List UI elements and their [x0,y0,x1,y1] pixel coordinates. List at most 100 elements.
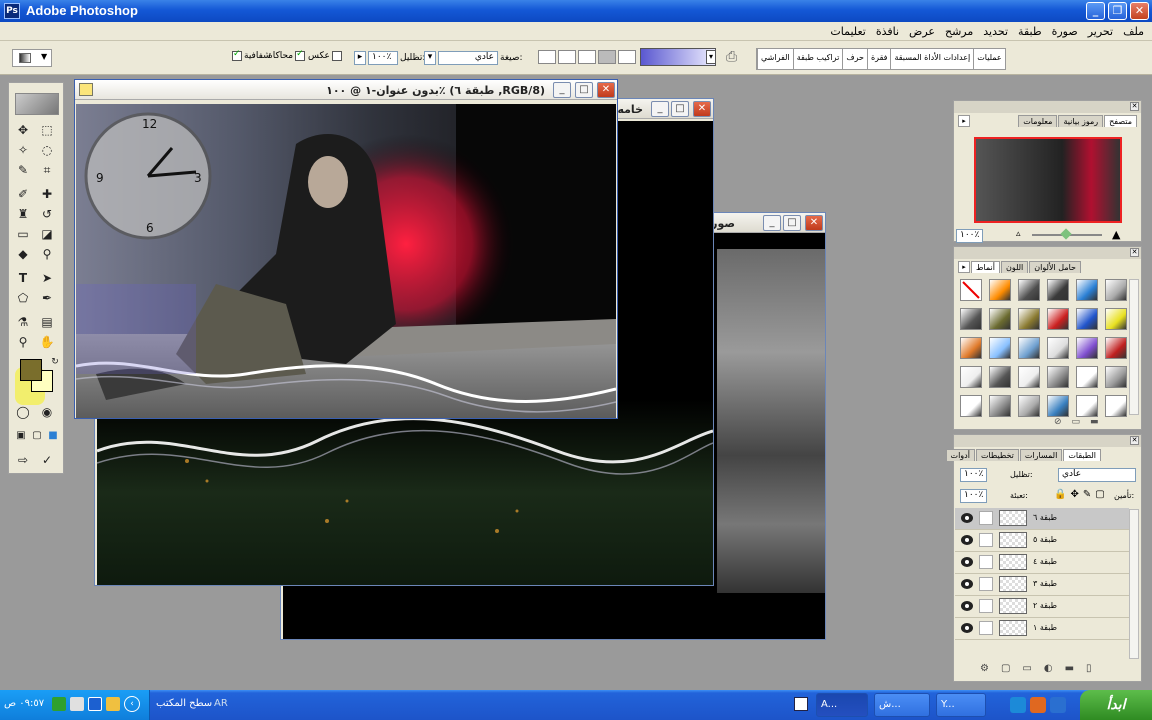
transparency-checkbox[interactable] [232,49,242,61]
layers-fill-field[interactable]: ١٠٠٪ [960,489,988,503]
link-toggle[interactable] [979,599,993,613]
layers-footer-icons[interactable]: ⚙▢▭◐▬▯ [980,663,1104,674]
doc-minimize-button[interactable]: _ [553,82,571,98]
path-selection-icon[interactable]: ➤ [37,269,57,287]
tab-paths[interactable]: المسارات [1019,449,1063,461]
document-canvas[interactable]: 12 3 6 9 [76,104,616,418]
style-swatch[interactable] [1105,366,1127,388]
history-brush-icon[interactable]: ↺ [37,205,57,223]
screen-mode-full-icon[interactable]: ■ [43,427,63,445]
palette-tab-paragraph[interactable]: فقرة [866,49,891,69]
palette-tab-layer-comps[interactable]: تراكيب طبقة [792,49,843,69]
doc-minimize-button[interactable]: _ [763,215,781,231]
document-window-untitled[interactable]: بدون عنوان-١ @ ١٠٠٪ (طبقة ٦ ,RGB/8) _ □ … [74,79,618,419]
tab-tools[interactable]: أدوات [945,449,975,461]
menu-layer[interactable]: طبقة [1018,25,1042,38]
link-toggle[interactable] [979,511,993,525]
zoom-out-icon[interactable]: ▵ [1016,229,1021,239]
eraser-tool-icon[interactable]: ◪ [37,225,57,243]
marquee-tool-icon[interactable]: ⬚ [37,121,57,139]
style-swatch[interactable] [1047,308,1069,330]
crop-tool-icon[interactable]: ⌗ [37,161,57,179]
doc-close-button[interactable]: ✕ [805,215,823,231]
tab-channels[interactable]: تخطيطات [975,449,1019,461]
language-indicator[interactable]: AR [214,698,228,709]
quick-mask-icon[interactable]: ◉ [37,403,57,421]
tab-layers[interactable]: الطبقات [1063,449,1101,461]
tab-info[interactable]: معلومات [1018,115,1058,127]
eyedropper-tool-icon[interactable]: ⚗ [13,313,33,331]
hand-tool-icon[interactable]: ✋ [37,333,57,351]
transparency-option[interactable]: شفافية [232,49,271,61]
eye-icon[interactable] [961,623,973,633]
reflected-gradient-button[interactable] [598,50,616,64]
styles-footer-icons[interactable]: ⊘▭▬ [1054,417,1109,427]
tray-icon-volume[interactable] [70,697,84,711]
style-swatch[interactable] [1047,279,1069,301]
eye-icon[interactable] [961,535,973,545]
tray-icon-app[interactable] [88,697,102,711]
palette-tab-actions[interactable]: عمليات [973,49,1005,69]
blend-mode-select[interactable]: عادي [1058,468,1136,482]
gradient-dropdown-icon[interactable]: ▾ [706,50,716,64]
style-swatch[interactable] [1105,337,1127,359]
style-swatch[interactable] [989,395,1011,417]
panel-close-button[interactable]: ✕ [1130,102,1139,111]
doc-close-button[interactable]: ✕ [693,101,711,117]
swap-colors-icon[interactable]: ↻ [45,353,65,371]
notes-tool-icon[interactable]: ▤ [37,313,57,331]
close-button[interactable]: ✕ [1130,2,1149,20]
navigator-zoom-field[interactable]: ١٠٠٪ [956,229,984,243]
tab-histogram[interactable]: رموز بيانية [1058,115,1104,127]
styles-scrollbar[interactable] [1129,279,1139,415]
tab-swatches[interactable]: حامل الألوان [1029,261,1081,273]
opacity-arrow[interactable]: ▸ [354,51,366,65]
mode-dropdown-icon[interactable]: ▾ [424,51,436,65]
tray-expand-icon[interactable]: ‹ [124,696,140,712]
zoom-tool-icon[interactable]: ⚲ [13,333,33,351]
reverse-option[interactable]: عكس [308,51,342,61]
style-swatch[interactable] [960,395,982,417]
taskbar-task-3[interactable]: Y... [936,693,986,717]
tool-preset-picker[interactable]: ▼ [12,49,52,67]
style-swatch[interactable] [1018,337,1040,359]
doc-minimize-button[interactable]: _ [651,101,669,117]
zoom-slider[interactable] [1032,228,1102,240]
quicklaunch-firefox-icon[interactable] [1030,697,1046,713]
eye-icon[interactable] [961,601,973,611]
pen-tool-icon[interactable]: ✒ [37,289,57,307]
edit-in-imageready-icon[interactable]: ✓ [37,451,57,469]
zoom-in-icon[interactable]: ▲ [1112,228,1120,241]
slice-tool-icon[interactable]: ✎ [13,161,33,179]
menu-window[interactable]: نافذة [876,25,899,38]
opacity-field[interactable]: ١٠٠٪ [368,51,398,65]
link-toggle[interactable] [979,621,993,635]
move-tool-icon[interactable]: ✥ [13,121,33,139]
tab-navigator[interactable]: متصفح [1104,115,1137,127]
style-swatch[interactable] [1076,279,1098,301]
desktop-toolbar-label[interactable]: سطح المكتب [156,698,212,709]
clock[interactable]: ٠٩:٥٧ ص [4,698,44,709]
style-swatch[interactable] [1047,395,1069,417]
layers-opacity-field[interactable]: ١٠٠٪ [960,468,988,482]
taskbar-app-icon[interactable] [794,697,808,711]
style-swatch[interactable] [1076,308,1098,330]
taskbar-task-photoshop[interactable]: A... [816,693,868,717]
menu-image[interactable]: صورة [1052,25,1078,38]
minimize-button[interactable]: _ [1086,2,1105,20]
layers-scrollbar[interactable] [1129,509,1139,659]
tab-styles[interactable]: أنماط [971,261,1000,273]
tray-icon-security[interactable] [106,697,120,711]
style-swatch[interactable] [960,308,982,330]
layer-row[interactable]: طبقة ١ [955,618,1129,640]
menu-view[interactable]: عرض [909,25,935,38]
stamp-tool-icon[interactable]: ♜ [13,205,33,223]
gradient-preview[interactable] [640,48,716,66]
panel-close-button[interactable]: ✕ [1130,248,1139,257]
eye-icon[interactable] [961,513,973,523]
style-swatch[interactable] [989,337,1011,359]
palette-tab-brushes[interactable]: الفراشي [757,49,793,69]
style-swatch[interactable] [1076,395,1098,417]
quicklaunch-desktop-icon[interactable] [1050,697,1066,713]
doc-close-button[interactable]: ✕ [597,82,615,98]
